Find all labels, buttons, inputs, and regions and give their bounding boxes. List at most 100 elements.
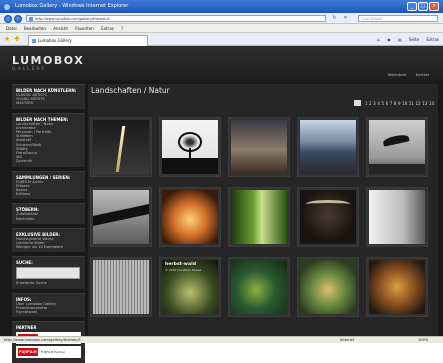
window-title: Lumobox Gallery - Windows Internet Explo…	[15, 3, 129, 9]
autumn-forest-photo: herbst-wald © 2007 Jonathan Haase	[162, 260, 218, 314]
sidebar: BILDER NACH KÜNSTLERN: CLASSIC ARTISTS Y…	[12, 84, 85, 363]
zoom-level[interactable]: 100%	[418, 337, 428, 343]
home-icon[interactable]: ⌂	[377, 37, 380, 42]
bird-photo	[369, 120, 425, 174]
url-field[interactable]: http://www.lumobox.com/gallery/themen/1	[26, 15, 326, 22]
menu-datei[interactable]: Datei	[6, 24, 17, 33]
page-menu[interactable]: Seite	[409, 37, 419, 42]
collections-box: SAMMLUNGEN / SERIEN: FUJIFILM Archiv Prä…	[12, 170, 85, 200]
gallery-thumbnail[interactable]	[228, 117, 290, 177]
page-link[interactable]: 11	[409, 101, 414, 106]
gallery-thumbnail[interactable]	[366, 257, 428, 317]
add-favorite-icon[interactable]: ✚	[14, 36, 20, 43]
menu-favoriten[interactable]: Favoriten	[75, 24, 94, 33]
page-link[interactable]: 8	[394, 101, 397, 106]
thumbnail-title: herbst-wald	[165, 262, 196, 267]
contact-link[interactable]: Kontakt	[416, 73, 429, 77]
command-bar: ⌂ ◉ ▤ Seite Extras	[371, 36, 439, 43]
page-link[interactable]: 14	[429, 101, 434, 106]
stop-icon[interactable]: ✕	[341, 15, 350, 22]
mist-photo	[369, 190, 425, 244]
maximize-button[interactable]: □	[418, 2, 428, 11]
page-link[interactable]: 1	[365, 101, 368, 106]
page-link[interactable]: 7	[390, 101, 393, 106]
back-button[interactable]: ‹	[4, 15, 12, 23]
menu-bearbeiten[interactable]: Bearbeiten	[24, 24, 46, 33]
refresh-icon[interactable]: ↻	[330, 15, 339, 22]
city-photo	[300, 120, 356, 174]
web-page: LUMOBOX GALLERY Warenkorb Kontakt BILDER…	[0, 46, 443, 363]
forward-button[interactable]: ›	[14, 15, 22, 23]
partner-logo-2[interactable]: FUJIFILM FUJIFILM Partner	[16, 346, 81, 359]
search-heading: SUCHE:	[16, 260, 33, 266]
title-bar: Lumobox Gallery - Windows Internet Explo…	[0, 0, 443, 13]
exclusive-box: EXKLUSIVE BILDER: Handsignierte Werke Li…	[12, 227, 85, 253]
gallery-thumbnail[interactable]	[366, 187, 428, 247]
page-link[interactable]: 13	[422, 101, 427, 106]
advanced-search-link[interactable]: Erweiterte Suche	[16, 281, 81, 285]
info-box: INFOS: Über Lumobox Gallery Produktionsw…	[12, 292, 85, 318]
sidebar-link[interactable]: Editions	[16, 192, 81, 196]
reeds-photo	[93, 260, 149, 314]
cart-link[interactable]: Warenkorb	[388, 73, 407, 77]
buffalo-photo	[300, 190, 356, 244]
gallery-thumbnail[interactable]	[297, 117, 359, 177]
page-link[interactable]: 5	[381, 101, 384, 106]
gallery-thumbnail[interactable]	[366, 117, 428, 177]
fujifilm-logo: FUJIFILM	[18, 348, 38, 357]
print-icon[interactable]: ▤	[398, 37, 402, 42]
sidebar-link[interactable]: Dynamik	[16, 159, 81, 163]
partner-text: FUJIFILM Partner	[40, 350, 66, 355]
ie-logo-icon	[3, 3, 11, 11]
search-input[interactable]: Live Search	[358, 15, 438, 22]
site-search-input[interactable]	[16, 267, 80, 280]
gallery-thumbnail[interactable]	[90, 187, 152, 247]
sunset-trees-photo	[162, 190, 218, 244]
menu-help[interactable]: ?	[121, 24, 123, 33]
gallery-thumbnail-selected[interactable]: herbst-wald © 2007 Jonathan Haase	[159, 257, 221, 317]
page-link[interactable]: 4	[377, 101, 380, 106]
browse-box: STÖBERN: Zufallsbilder Neuheiten	[12, 203, 85, 224]
feeds-icon[interactable]: ◉	[387, 37, 391, 42]
gallery-thumbnail[interactable]	[297, 187, 359, 247]
page-link[interactable]: 3	[373, 101, 376, 106]
tab-page-icon	[32, 39, 36, 43]
sidebar-link[interactable]: Neuheiten	[16, 217, 81, 221]
page-link[interactable]: 12	[416, 101, 421, 106]
security-zone: Internet	[340, 338, 355, 342]
favorites-star-icon[interactable]: ★	[4, 36, 10, 43]
site-header: LUMOBOX GALLERY Warenkorb Kontakt	[0, 46, 443, 80]
sidebar-link[interactable]: Weniger als 10 Exemplare	[16, 245, 81, 249]
gallery-thumbnail[interactable]	[90, 257, 152, 317]
gallery-thumbnail[interactable]	[159, 187, 221, 247]
tab-label: Lumobox Gallery	[38, 38, 72, 43]
address-bar: ‹ › http://www.lumobox.com/gallery/theme…	[0, 13, 443, 24]
gallery-thumbnail[interactable]	[228, 257, 290, 317]
tab-lumobox[interactable]: Lumobox Gallery	[28, 35, 148, 46]
site-logo[interactable]: LUMOBOX	[12, 54, 84, 67]
pagination: 1 2 3 4 5 6 7 8 9 10 11 12 13 14	[354, 100, 434, 106]
gallery-content: Landschaften / Natur 1 2 3 4 5 6 7 8 9 1…	[88, 84, 438, 336]
sidebar-link[interactable]: MASTERS	[16, 101, 81, 105]
search-box: SUCHE: Erweiterte Suche	[12, 256, 85, 289]
page-link[interactable]: 10	[402, 101, 407, 106]
tools-menu[interactable]: Extras	[426, 37, 439, 42]
gallery-thumbnail[interactable]	[228, 187, 290, 247]
leaf-photo	[231, 190, 287, 244]
gallery-thumbnail[interactable]	[159, 117, 221, 177]
sidebar-link[interactable]: Formatwahl	[16, 310, 81, 314]
close-button[interactable]: ×	[429, 2, 439, 11]
autumn-trees-photo	[369, 260, 425, 314]
page-link[interactable]: 6	[386, 101, 389, 106]
page-title: Landschaften / Natur	[91, 86, 170, 95]
page-link[interactable]: 2	[369, 101, 372, 106]
artists-box: BILDER NACH KÜNSTLERN: CLASSIC ARTISTS Y…	[12, 84, 85, 109]
thumbnail-grid: herbst-wald © 2007 Jonathan Haase	[90, 117, 434, 332]
gallery-thumbnail[interactable]	[297, 257, 359, 317]
page-link[interactable]: 9	[398, 101, 401, 106]
menu-extras[interactable]: Extras	[101, 24, 114, 33]
menu-ansicht[interactable]: Ansicht	[53, 24, 68, 33]
minimize-button[interactable]: _	[407, 2, 417, 11]
view-grid-icon[interactable]	[354, 100, 362, 106]
gallery-thumbnail[interactable]	[90, 117, 152, 177]
